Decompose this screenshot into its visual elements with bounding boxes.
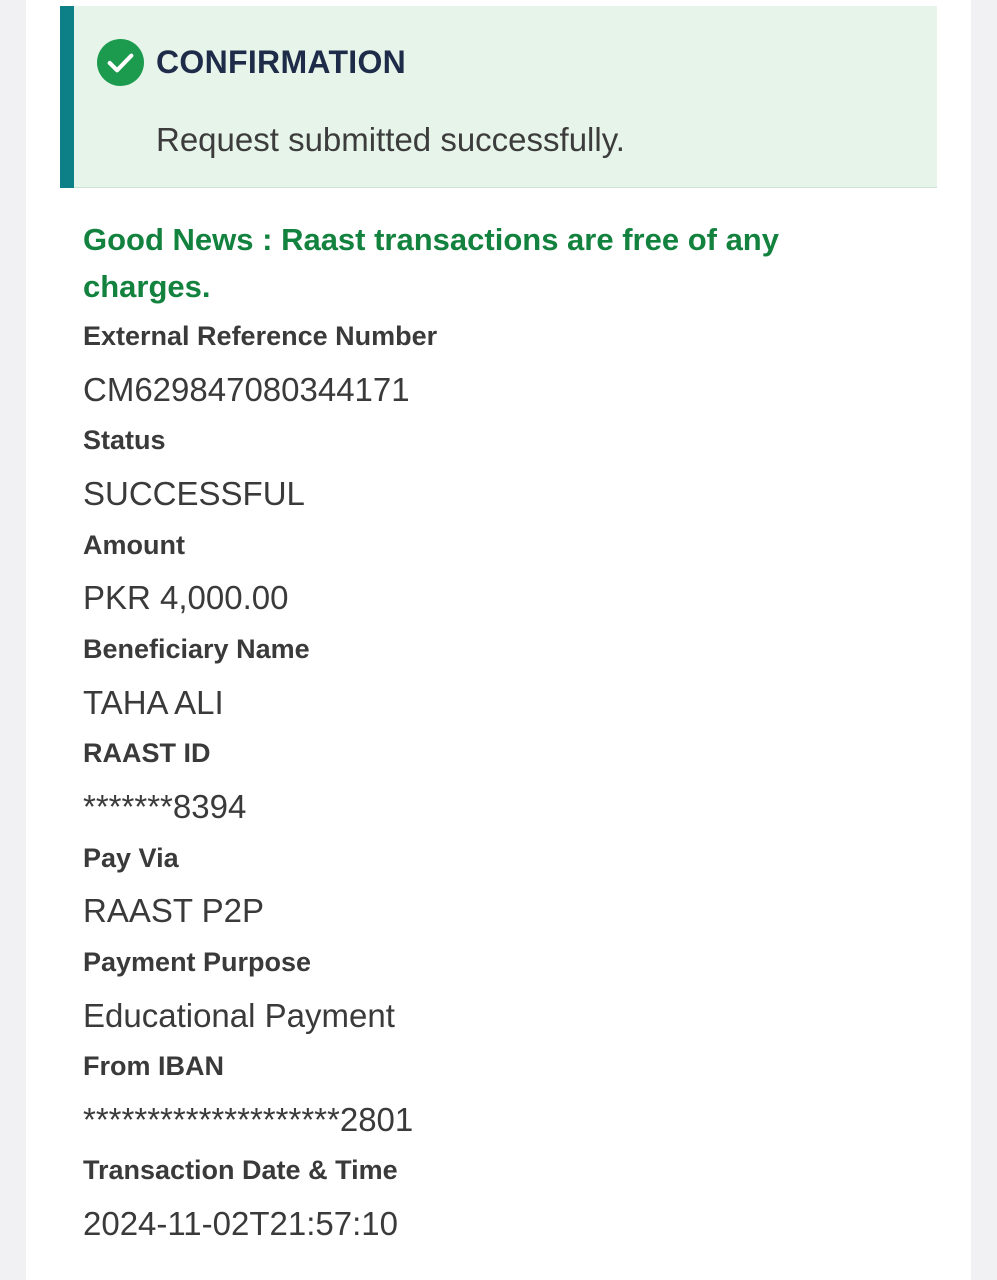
confirmation-message: Request submitted successfully.	[156, 121, 625, 158]
pay-via-label: Pay Via	[83, 843, 179, 873]
external-reference-label: External Reference Number	[83, 321, 438, 351]
amount-value: PKR 4,000.00	[83, 579, 289, 616]
external-reference-value: CM629847080344171	[83, 371, 410, 408]
transaction-datetime-label: Transaction Date & Time	[83, 1155, 398, 1185]
check-circle-icon	[97, 39, 144, 86]
from-iban-value: ********************2801	[83, 1101, 414, 1138]
raast-id-label: RAAST ID	[83, 738, 211, 768]
confirmation-title: CONFIRMATION	[156, 44, 407, 80]
status-label: Status	[83, 425, 166, 455]
receipt-card: CONFIRMATION Request submitted successfu…	[26, 0, 971, 1280]
beneficiary-name-value: TAHA ALI	[83, 684, 224, 721]
pay-via-value: RAAST P2P	[83, 892, 264, 929]
raast-id-value: *******8394	[83, 788, 247, 825]
payment-purpose-label: Payment Purpose	[83, 947, 312, 977]
amount-label: Amount	[83, 530, 185, 560]
status-value: SUCCESSFUL	[83, 475, 305, 512]
payment-purpose-value: Educational Payment	[83, 997, 395, 1034]
banner-accent-bar	[60, 6, 74, 188]
from-iban-label: From IBAN	[83, 1051, 224, 1081]
confirmation-banner: CONFIRMATION Request submitted successfu…	[60, 6, 937, 188]
free-charges-notice: Good News : Raast transactions are free …	[83, 222, 779, 304]
transaction-datetime-value: 2024-11-02T21:57:10	[83, 1205, 398, 1242]
beneficiary-name-label: Beneficiary Name	[83, 634, 310, 664]
